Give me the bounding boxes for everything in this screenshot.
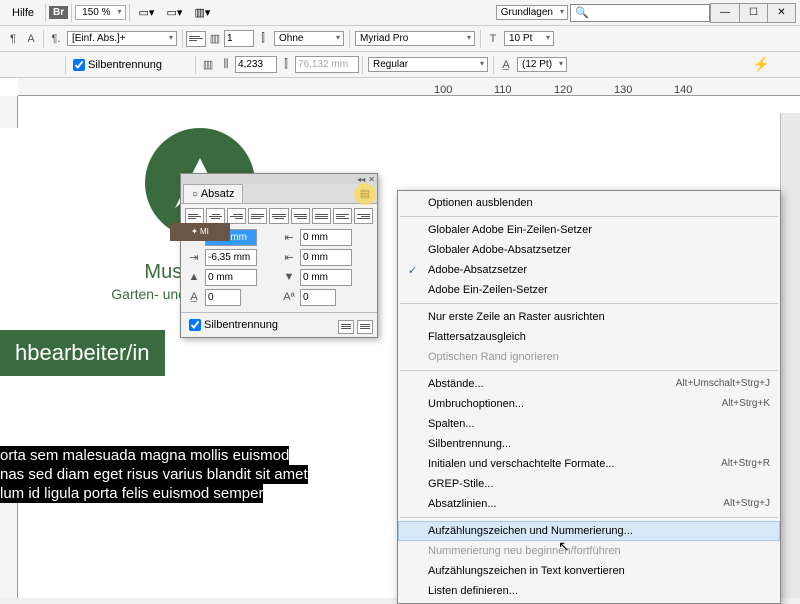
justify-center[interactable] <box>269 208 288 224</box>
justify-right[interactable] <box>291 208 310 224</box>
menu-optical: Optischen Rand ignorieren <box>398 347 780 367</box>
right-indent-icon: ⇤ <box>280 228 298 246</box>
font-style[interactable]: Regular <box>368 57 488 72</box>
right-indent-input[interactable] <box>300 229 352 246</box>
right-dock[interactable] <box>780 113 800 598</box>
panel-tab-absatz[interactable]: ○ Absatz <box>183 184 243 203</box>
no-list-icon[interactable] <box>338 320 354 334</box>
spacing-icon: ⫼ <box>217 56 235 74</box>
bolt-icon[interactable]: ⚡ <box>753 56 770 73</box>
arrange-icon[interactable]: ▥▾ <box>191 3 215 23</box>
last-line-input[interactable] <box>300 249 352 266</box>
width-input[interactable] <box>295 56 359 73</box>
paragraph-style[interactable]: [Einf. Abs.]+ <box>67 31 177 46</box>
window-controls: — ☐ ✕ <box>710 3 796 23</box>
space-after-input[interactable] <box>300 269 352 286</box>
panel-close-icon[interactable]: ✕ <box>368 175 375 184</box>
menu-restart: Nummerierung neu beginnen/fortführen <box>398 541 780 561</box>
menu-keep[interactable]: Umbruchoptionen...Alt+Strg+K <box>398 394 780 414</box>
para-style-icon: ¶. <box>47 30 65 48</box>
job-title-bar: hbearbeiter/in <box>0 330 165 376</box>
close-button[interactable]: ✕ <box>767 4 795 22</box>
panel-drag-bar[interactable]: ◂◂✕ <box>181 174 377 184</box>
panel-hyphenation-check[interactable]: Silbentrennung <box>189 319 278 331</box>
menu-convert[interactable]: Aufzählungszeichen in Text konvertieren <box>398 561 780 581</box>
menu-columns[interactable]: Spalten... <box>398 414 780 434</box>
menu-adobe-para[interactable]: ✓Adobe-Absatzsetzer <box>398 260 780 280</box>
list-icon[interactable] <box>357 320 373 334</box>
workspace: 100 110 120 130 140 ✦ MI Mustermann Gart… <box>0 78 800 598</box>
view-options-icon[interactable]: ▭▾ <box>135 3 159 23</box>
menu-bar: Hilfe Br 150 % ▭▾ ▭▾ ▥▾ Grundlagen 🔍 — ☐… <box>0 0 800 26</box>
width-icon: ⫿ <box>277 56 295 74</box>
control-bar-row2: Silbentrennung ▥ ⫼ ⫿ Regular A̲ (12 Pt) <box>0 52 800 78</box>
font-size-icon: T <box>484 30 502 48</box>
columns-icon[interactable]: ▥ <box>206 30 224 48</box>
align-spine[interactable] <box>333 208 352 224</box>
menu-grid-first[interactable]: Nur erste Zeile an Raster ausrichten <box>398 307 780 327</box>
justify-all[interactable] <box>312 208 331 224</box>
menu-rules[interactable]: Absatzlinien...Alt+Strg+J <box>398 494 780 514</box>
last-line-icon: ⇤ <box>280 248 298 266</box>
justify-left[interactable] <box>248 208 267 224</box>
alignment-buttons <box>185 208 373 224</box>
menu-global-single[interactable]: Globaler Adobe Ein-Zeilen-Setzer <box>398 220 780 240</box>
align-left-icon[interactable] <box>186 31 206 47</box>
font-size[interactable]: 10 Pt <box>504 31 554 46</box>
align-away[interactable] <box>354 208 373 224</box>
panel-menu-button[interactable]: ▤ <box>357 187 373 201</box>
bridge-button[interactable]: Br <box>49 6 68 19</box>
menu-bullets[interactable]: Aufzählungszeichen und Nummerierung... <box>398 521 780 541</box>
logo-ribbon: ✦ MI <box>170 223 230 241</box>
screen-mode-icon[interactable]: ▭▾ <box>163 3 187 23</box>
dropcap-chars-input[interactable] <box>300 289 336 306</box>
control-bar-row1: ¶ A ¶. [Einf. Abs.]+ ▥ ⫿ Ohne Myriad Pro… <box>0 26 800 52</box>
columns-input[interactable] <box>224 30 254 47</box>
zoom-level[interactable]: 150 % <box>75 5 125 20</box>
menu-balance[interactable]: Flattersatzausgleich <box>398 327 780 347</box>
align-center[interactable] <box>206 208 225 224</box>
first-line-icon: ⇥ <box>185 248 203 266</box>
spacing-input[interactable] <box>235 56 277 73</box>
menu-global-para[interactable]: Globaler Adobe-Absatzsetzer <box>398 240 780 260</box>
leading-icon: A̲ <box>497 56 515 74</box>
ruler-horizontal[interactable]: 100 110 120 130 140 <box>18 78 800 96</box>
align-right[interactable] <box>227 208 246 224</box>
search-input[interactable]: 🔍 <box>570 4 710 22</box>
menu-spacing[interactable]: Abstände...Alt+Umschalt+Strg+J <box>398 374 780 394</box>
hyphenation-check[interactable]: Silbentrennung <box>73 59 162 71</box>
menu-define[interactable]: Listen definieren... <box>398 581 780 601</box>
char-icon[interactable]: A <box>22 30 40 48</box>
dropcap-lines-input[interactable] <box>205 289 241 306</box>
menu-adobe-single[interactable]: Adobe Ein-Zeilen-Setzer <box>398 280 780 300</box>
panel-flyout-menu: Optionen ausblenden Globaler Adobe Ein-Z… <box>397 190 781 604</box>
dropcap-chars-icon: Aª <box>280 288 298 306</box>
space-after-icon: ▼ <box>280 268 298 286</box>
menu-nested[interactable]: Initialen und verschachtelte Formate...A… <box>398 454 780 474</box>
check-icon: ✓ <box>408 264 417 277</box>
menu-grep[interactable]: GREP-Stile... <box>398 474 780 494</box>
font-family[interactable]: Myriad Pro <box>355 31 475 46</box>
menu-help[interactable]: Hilfe <box>4 3 42 23</box>
minimize-button[interactable]: — <box>711 4 739 22</box>
maximize-button[interactable]: ☐ <box>739 4 767 22</box>
first-line-input[interactable] <box>205 249 257 266</box>
align-left[interactable] <box>185 208 204 224</box>
dropcap-lines-icon: A̲ <box>185 288 203 306</box>
menu-hyphen[interactable]: Silbentrennung... <box>398 434 780 454</box>
workspace-switcher[interactable]: Grundlagen <box>496 5 568 20</box>
menu-hide-options[interactable]: Optionen ausblenden <box>398 193 780 213</box>
leading[interactable]: (12 Pt) <box>517 57 567 72</box>
space-before-input[interactable] <box>205 269 257 286</box>
paragraph-panel: ◂◂✕ ○ Absatz ▤ ⇥ ⇤ ⇥ ⇤ <box>180 173 378 338</box>
gutter-select[interactable]: Ohne <box>274 31 344 46</box>
selected-text[interactable]: orta sem malesuada magna mollis euismod … <box>0 446 400 503</box>
col-balance-icon[interactable]: ▥ <box>199 56 217 74</box>
para-icon[interactable]: ¶ <box>4 30 22 48</box>
gutter-icon: ⫿ <box>254 30 272 48</box>
space-before-icon: ▲ <box>185 268 203 286</box>
